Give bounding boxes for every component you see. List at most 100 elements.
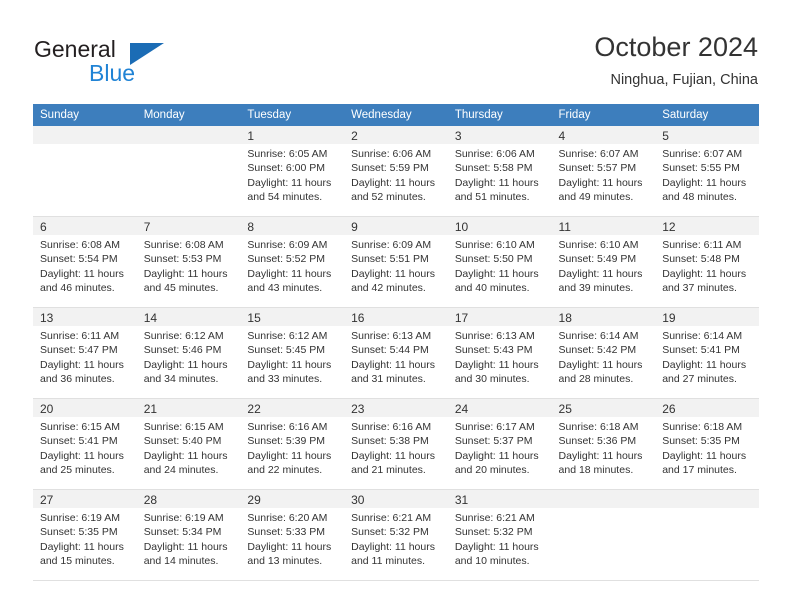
- day-number: 1: [240, 126, 345, 144]
- calendar-day-cell[interactable]: 15 Sunrise: 6:12 AM Sunset: 5:45 PM Dayligh…: [240, 307, 345, 399]
- daylight-text-line2: and 51 minutes.: [454, 190, 530, 203]
- calendar-day-cell[interactable]: 24 Sunrise: 6:17 AM Sunset: 5:37 PM Dayligh…: [447, 398, 552, 490]
- calendar-day-content: 22 Sunrise: 6:16 AM Sunset: 5:39 PM Dayligh…: [240, 399, 345, 489]
- daylight-text-line2: and 49 minutes.: [558, 190, 634, 203]
- day-number: 22: [240, 399, 345, 417]
- daylight-text-line1: Daylight: 11 hours: [351, 358, 435, 371]
- calendar-day-cell[interactable]: 5 Sunrise: 6:07 AM Sunset: 5:55 PM Daylight…: [655, 126, 759, 217]
- calendar-day-content: 15 Sunrise: 6:12 AM Sunset: 5:45 PM Dayligh…: [240, 308, 345, 398]
- calendar-day-cell[interactable]: 21 Sunrise: 6:15 AM Sunset: 5:40 PM Dayligh…: [136, 398, 241, 490]
- day-number: [33, 126, 137, 144]
- day-number: [136, 126, 241, 144]
- weekday-header-thursday: Thursday: [447, 104, 552, 126]
- daylight-text-line2: and 52 minutes.: [351, 190, 426, 203]
- day-number: 29: [240, 490, 345, 508]
- calendar-day-cell[interactable]: 27 Sunrise: 6:19 AM Sunset: 5:35 PM Dayligh…: [33, 489, 137, 581]
- daylight-text-line1: Daylight: 11 hours: [351, 267, 435, 280]
- calendar-day-cell[interactable]: 31 Sunrise: 6:21 AM Sunset: 5:32 PM Dayligh…: [447, 489, 552, 581]
- day-number: 18: [551, 308, 656, 326]
- day-details: Sunrise: 6:14 AM Sunset: 5:41 PM Daylight:…: [655, 326, 759, 386]
- calendar-day-cell[interactable]: 11 Sunrise: 6:10 AM Sunset: 5:49 PM Dayligh…: [551, 216, 656, 308]
- day-details: Sunrise: 6:19 AM Sunset: 5:35 PM Daylight:…: [33, 508, 137, 568]
- day-number: 13: [33, 308, 137, 326]
- calendar-day-content: 9 Sunrise: 6:09 AM Sunset: 5:51 PM Daylight…: [344, 217, 448, 307]
- day-number: 26: [655, 399, 759, 417]
- calendar-day-cell[interactable]: 22 Sunrise: 6:16 AM Sunset: 5:39 PM Dayligh…: [240, 398, 345, 490]
- day-details: Sunrise: 6:16 AM Sunset: 5:38 PM Daylight:…: [344, 417, 448, 477]
- calendar-day-cell[interactable]: [551, 489, 656, 581]
- calendar-day-cell[interactable]: 4 Sunrise: 6:07 AM Sunset: 5:57 PM Daylight…: [551, 126, 656, 217]
- sunset-text: Sunset: 5:47 PM: [40, 344, 118, 357]
- calendar-day-content: 31 Sunrise: 6:21 AM Sunset: 5:32 PM Dayligh…: [447, 490, 552, 580]
- sunrise-text: Sunrise: 6:21 AM: [351, 512, 432, 524]
- sunrise-text: Sunrise: 6:07 AM: [558, 148, 639, 160]
- general-blue-logo[interactable]: General Blue: [34, 36, 214, 92]
- page-subtitle: Ninghua, Fujian, China: [610, 72, 758, 88]
- calendar-week-row: 27 Sunrise: 6:19 AM Sunset: 5:35 PM Dayligh…: [33, 489, 759, 581]
- daylight-text-line1: Daylight: 11 hours: [351, 176, 435, 189]
- calendar-day-cell[interactable]: 16 Sunrise: 6:13 AM Sunset: 5:44 PM Dayligh…: [344, 307, 448, 399]
- sunrise-text: Sunrise: 6:06 AM: [454, 148, 535, 160]
- daylight-text-line1: Daylight: 11 hours: [558, 176, 643, 189]
- calendar-day-cell[interactable]: 20 Sunrise: 6:15 AM Sunset: 5:41 PM Dayligh…: [33, 398, 137, 490]
- calendar-day-cell[interactable]: 26 Sunrise: 6:18 AM Sunset: 5:35 PM Dayligh…: [655, 398, 759, 490]
- day-number: 19: [655, 308, 759, 326]
- sunrise-text: Sunrise: 6:13 AM: [351, 330, 432, 342]
- day-number: 17: [447, 308, 552, 326]
- calendar-day-content: 10 Sunrise: 6:10 AM Sunset: 5:50 PM Dayligh…: [447, 217, 552, 307]
- calendar-day-cell[interactable]: 23 Sunrise: 6:16 AM Sunset: 5:38 PM Dayligh…: [344, 398, 448, 490]
- daylight-text-line1: Daylight: 11 hours: [40, 449, 124, 462]
- calendar-week-row: 6 Sunrise: 6:08 AM Sunset: 5:54 PM Daylight…: [33, 216, 759, 308]
- day-details: Sunrise: 6:07 AM Sunset: 5:57 PM Daylight:…: [552, 144, 656, 204]
- calendar-day-cell[interactable]: 28 Sunrise: 6:19 AM Sunset: 5:34 PM Dayligh…: [136, 489, 241, 581]
- calendar-day-cell[interactable]: 13 Sunrise: 6:11 AM Sunset: 5:47 PM Dayligh…: [33, 307, 137, 399]
- daylight-text-line2: and 48 minutes.: [662, 190, 737, 203]
- calendar-day-cell[interactable]: 6 Sunrise: 6:08 AM Sunset: 5:54 PM Daylight…: [33, 216, 137, 308]
- sunset-text: Sunset: 5:45 PM: [247, 344, 326, 357]
- calendar-day-content: 8 Sunrise: 6:09 AM Sunset: 5:52 PM Daylight…: [240, 217, 345, 307]
- calendar-day-cell[interactable]: 7 Sunrise: 6:08 AM Sunset: 5:53 PM Daylight…: [136, 216, 241, 308]
- sunset-text: Sunset: 5:35 PM: [40, 526, 118, 539]
- calendar-day-cell[interactable]: 30 Sunrise: 6:21 AM Sunset: 5:32 PM Dayligh…: [344, 489, 448, 581]
- logo-text-blue: Blue: [89, 60, 136, 86]
- calendar-day-cell[interactable]: 17 Sunrise: 6:13 AM Sunset: 5:43 PM Dayligh…: [447, 307, 552, 399]
- calendar-day-cell[interactable]: 8 Sunrise: 6:09 AM Sunset: 5:52 PM Daylight…: [240, 216, 345, 308]
- calendar-day-cell[interactable]: 19 Sunrise: 6:14 AM Sunset: 5:41 PM Dayligh…: [655, 307, 759, 399]
- day-details: Sunrise: 6:09 AM Sunset: 5:52 PM Daylight:…: [240, 235, 344, 295]
- daylight-text-line2: and 21 minutes.: [351, 463, 426, 476]
- daylight-text-line1: Daylight: 11 hours: [662, 267, 747, 280]
- calendar-day-cell[interactable]: 18 Sunrise: 6:14 AM Sunset: 5:42 PM Dayligh…: [551, 307, 656, 399]
- calendar-day-cell[interactable]: 14 Sunrise: 6:12 AM Sunset: 5:46 PM Dayligh…: [136, 307, 241, 399]
- daylight-text-line2: and 24 minutes.: [143, 463, 219, 476]
- calendar-day-cell[interactable]: [33, 126, 137, 217]
- calendar-day-content: 17 Sunrise: 6:13 AM Sunset: 5:43 PM Dayligh…: [447, 308, 552, 398]
- calendar-day-cell[interactable]: 29 Sunrise: 6:20 AM Sunset: 5:33 PM Dayligh…: [240, 489, 345, 581]
- calendar-day-cell[interactable]: 25 Sunrise: 6:18 AM Sunset: 5:36 PM Dayligh…: [551, 398, 656, 490]
- day-number: 6: [33, 217, 137, 235]
- calendar-day-cell[interactable]: 12 Sunrise: 6:11 AM Sunset: 5:48 PM Dayligh…: [655, 216, 759, 308]
- day-number: 16: [344, 308, 448, 326]
- daylight-text-line2: and 54 minutes.: [247, 190, 323, 203]
- daylight-text-line1: Daylight: 11 hours: [247, 540, 332, 553]
- calendar-day-cell[interactable]: 1 Sunrise: 6:05 AM Sunset: 6:00 PM Daylight…: [240, 126, 345, 217]
- sunrise-text: Sunrise: 6:15 AM: [40, 421, 120, 433]
- sunset-text: Sunset: 6:00 PM: [247, 162, 326, 175]
- weekday-header-tuesday: Tuesday: [240, 104, 345, 126]
- sunrise-text: Sunrise: 6:15 AM: [143, 421, 224, 433]
- calendar-day-cell[interactable]: 9 Sunrise: 6:09 AM Sunset: 5:51 PM Daylight…: [344, 216, 448, 308]
- sunrise-text: Sunrise: 6:18 AM: [558, 421, 639, 433]
- calendar-day-cell[interactable]: 3 Sunrise: 6:06 AM Sunset: 5:58 PM Daylight…: [447, 126, 552, 217]
- daylight-text-line2: and 18 minutes.: [558, 463, 634, 476]
- calendar-day-cell[interactable]: 10 Sunrise: 6:10 AM Sunset: 5:50 PM Dayligh…: [447, 216, 552, 308]
- sunrise-text: Sunrise: 6:12 AM: [143, 330, 224, 342]
- weekday-header-wednesday: Wednesday: [344, 104, 448, 126]
- sunrise-text: Sunrise: 6:11 AM: [40, 330, 120, 342]
- day-number: 21: [136, 399, 241, 417]
- sunset-text: Sunset: 5:44 PM: [351, 344, 429, 357]
- daylight-text-line1: Daylight: 11 hours: [247, 449, 332, 462]
- calendar-day-cell[interactable]: [655, 489, 759, 581]
- calendar-day-cell[interactable]: 2 Sunrise: 6:06 AM Sunset: 5:59 PM Daylight…: [344, 126, 448, 217]
- day-details: Sunrise: 6:06 AM Sunset: 5:58 PM Daylight:…: [448, 144, 552, 204]
- calendar-day-content: 26 Sunrise: 6:18 AM Sunset: 5:35 PM Dayligh…: [655, 399, 759, 489]
- calendar-day-cell[interactable]: [136, 126, 241, 217]
